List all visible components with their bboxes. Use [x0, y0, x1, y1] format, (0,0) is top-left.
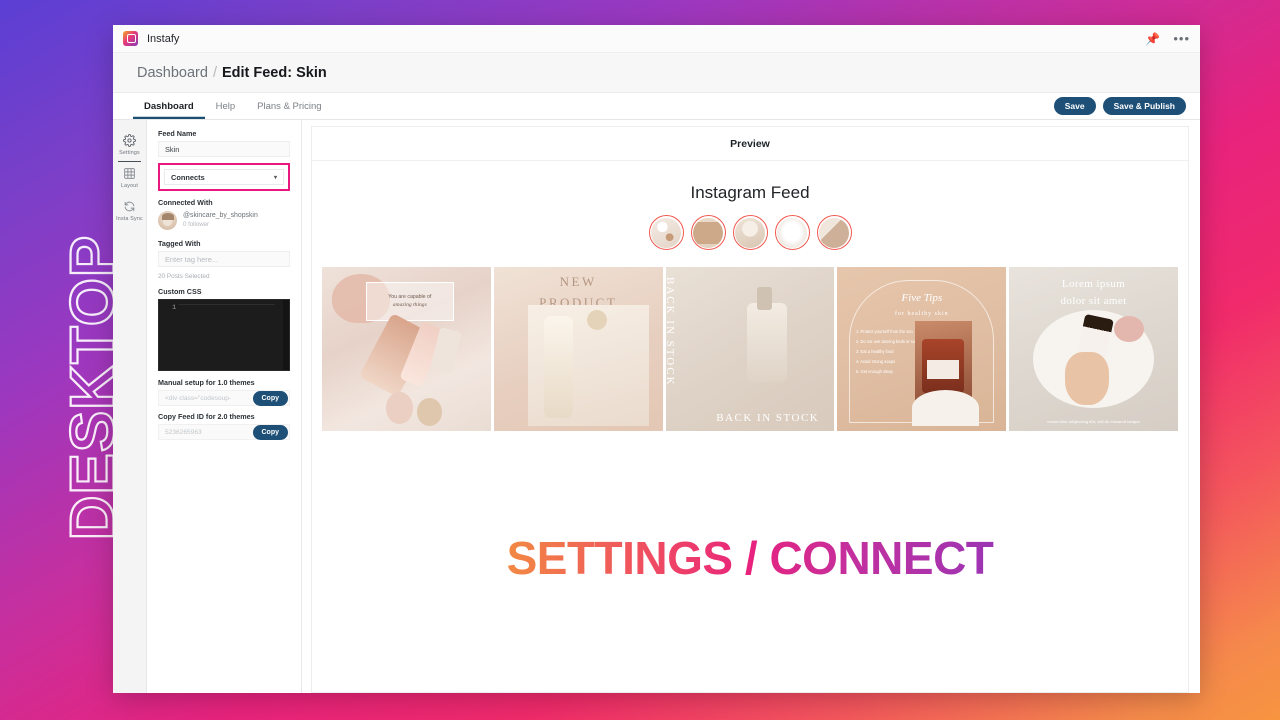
- post-five-tips[interactable]: Five Tips for healthy skin 1. Protect yo…: [837, 267, 1007, 431]
- tab-plans-pricing[interactable]: Plans & Pricing: [246, 93, 332, 119]
- window-titlebar: Instafy 📌 •••: [113, 25, 1200, 53]
- source-select-highlight: Connects ▾: [158, 163, 290, 191]
- copy-manual-setup-button[interactable]: Copy: [252, 391, 288, 406]
- post1-caption-sub: amazing things: [392, 302, 427, 309]
- instagram-app-icon: [123, 31, 138, 46]
- settings-panel: Feed Name Skin Connects ▾ Connected With…: [147, 120, 302, 693]
- manual-setup-row: <div class="codesoup- Copy: [158, 390, 290, 406]
- post-grid: You are capable of amazing things NEW PR…: [312, 267, 1188, 431]
- preview-pane: Preview Instagram Feed You are capable o…: [302, 120, 1200, 693]
- account-handle: @skincare_by_shopskin: [183, 211, 258, 219]
- tab-help[interactable]: Help: [205, 93, 247, 119]
- chevron-down-icon: ▾: [273, 174, 277, 181]
- overlay-caption: SETTINGS / CONNECT: [312, 531, 1188, 585]
- refresh-sync-icon: [124, 201, 135, 212]
- posts-selected-count: 20 Posts Selected: [158, 273, 210, 280]
- connected-account[interactable]: @skincare_by_shopskin 0 follower: [158, 211, 290, 230]
- post5-caption-top: Lorem ipsum: [1061, 278, 1126, 291]
- app-body: Settings Layout Insta Sync Feed Name Ski: [113, 120, 1200, 693]
- rail-item-layout[interactable]: Layout: [113, 162, 146, 195]
- breadcrumb-separator: /: [212, 64, 217, 81]
- css-line-number: 1: [172, 304, 176, 311]
- overlay-caption-settings: SETTINGS: [506, 532, 733, 584]
- rail-label-layout: Layout: [120, 183, 139, 189]
- post-quote-book[interactable]: You are capable of amazing things: [322, 267, 491, 431]
- feed-id-label: Copy Feed ID for 2.0 themes: [158, 412, 255, 421]
- save-button[interactable]: Save: [1053, 96, 1096, 116]
- post5-caption-foot: consectetur adipiscing elit, sed do eius…: [1047, 419, 1141, 425]
- account-followers: 0 follower: [183, 220, 210, 228]
- css-code-area[interactable]: [179, 300, 289, 370]
- story-3[interactable]: [732, 215, 768, 250]
- post-lorem-ipsum[interactable]: Lorem ipsum dolor sit amet consectetur a…: [1009, 267, 1178, 431]
- post4-caption-top: Five Tips: [901, 291, 943, 304]
- rail-label-settings: Settings: [119, 150, 140, 156]
- source-select[interactable]: Connects ▾: [164, 169, 284, 185]
- story-highlights-row: [312, 215, 1188, 250]
- icon-rail: Settings Layout Insta Sync: [113, 120, 147, 693]
- post3-caption-bottom: BACK IN STOCK: [716, 412, 820, 425]
- titlebar-actions: 📌 •••: [1145, 32, 1190, 45]
- post1-caption-top: You are capable of: [388, 294, 432, 301]
- breadcrumb: Dashboard / Edit Feed: Skin: [113, 53, 1200, 93]
- rail-label-insta-sync: Insta Sync: [116, 216, 143, 222]
- copy-feed-id-button[interactable]: Copy: [252, 425, 288, 440]
- source-select-value: Connects: [171, 172, 205, 182]
- account-text: @skincare_by_shopskin 0 follower: [183, 212, 258, 230]
- avatar: [158, 211, 177, 230]
- breadcrumb-current: Edit Feed: Skin: [221, 64, 327, 81]
- feed-preview-title: Instagram Feed: [690, 183, 810, 202]
- app-window: Instafy 📌 ••• Dashboard / Edit Feed: Ski…: [113, 25, 1200, 693]
- grid-layout-icon: [124, 168, 135, 179]
- pin-icon[interactable]: 📌: [1145, 33, 1160, 45]
- story-2[interactable]: [690, 215, 726, 250]
- app-title: Instafy: [147, 32, 180, 45]
- gear-icon: [123, 134, 136, 147]
- post-back-in-stock[interactable]: BACK IN STOCK BACK IN STOCK: [665, 267, 835, 431]
- feed-name-input[interactable]: Skin: [158, 141, 290, 157]
- custom-css-editor[interactable]: 1: [158, 299, 290, 371]
- story-4[interactable]: [774, 215, 810, 250]
- save-and-publish-button[interactable]: Save & Publish: [1102, 96, 1186, 116]
- post5-caption-sub: dolor sit amet: [1060, 294, 1127, 307]
- custom-css-label: Custom CSS: [158, 287, 202, 296]
- connected-with-label: Connected With: [158, 198, 213, 207]
- feed-id-row: 5236265963 Copy: [158, 424, 290, 440]
- post4-caption-sub: for healthy skin: [894, 311, 949, 318]
- tabbar-actions: Save Save & Publish: [1053, 93, 1200, 119]
- rail-item-settings[interactable]: Settings: [113, 129, 146, 162]
- tag-input[interactable]: Enter tag here...: [158, 251, 290, 267]
- story-5[interactable]: [816, 215, 852, 250]
- tab-bar: Dashboard Help Plans & Pricing Save Save…: [113, 93, 1200, 120]
- feed-name-label: Feed Name: [158, 129, 197, 138]
- rail-item-insta-sync[interactable]: Insta Sync: [113, 195, 146, 228]
- overlay-caption-connect: CONNECT: [769, 532, 994, 584]
- post3-caption-vertical: BACK IN STOCK: [665, 276, 676, 387]
- tagged-with-label: Tagged With: [158, 239, 201, 248]
- tab-dashboard[interactable]: Dashboard: [133, 93, 205, 119]
- css-scrollbar[interactable]: [283, 300, 289, 370]
- preview-header: Preview: [312, 127, 1188, 161]
- manual-setup-label: Manual setup for 1.0 themes: [158, 378, 255, 387]
- post-new-product[interactable]: NEW PRODUCT: [493, 267, 663, 431]
- post2-caption-top: NEW: [559, 273, 597, 289]
- breadcrumb-root[interactable]: Dashboard: [137, 65, 208, 81]
- overlay-caption-separator: /: [732, 532, 770, 584]
- preview-card: Preview Instagram Feed You are capable o…: [311, 126, 1189, 693]
- css-caret-line: [179, 304, 275, 305]
- story-1[interactable]: [648, 215, 684, 250]
- more-options-icon[interactable]: •••: [1173, 32, 1190, 45]
